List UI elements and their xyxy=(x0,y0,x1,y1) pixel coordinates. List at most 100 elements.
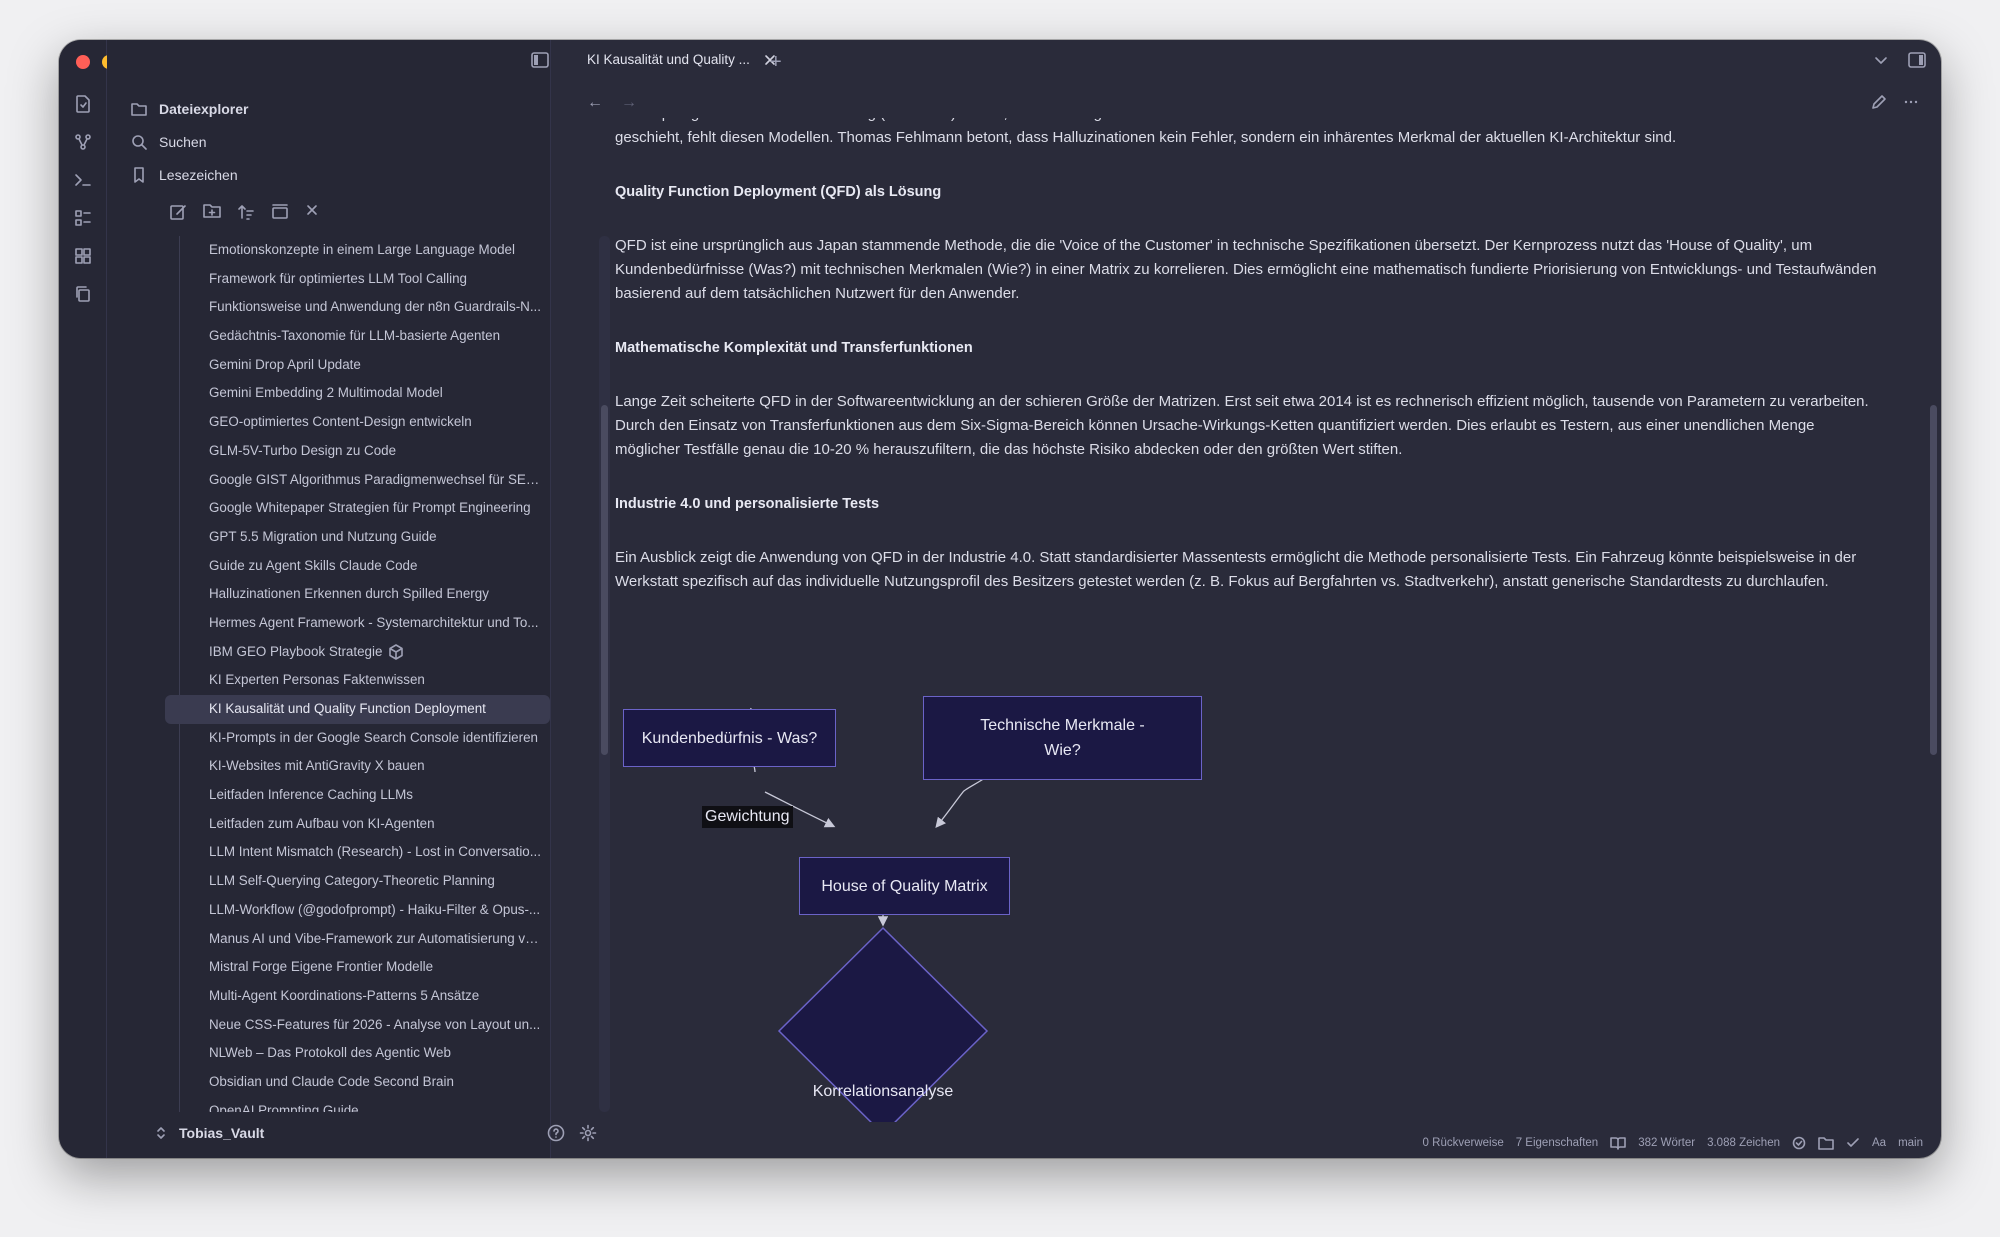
file-name: Manus AI und Vibe-Framework zur Automati… xyxy=(209,930,544,946)
file-list-item[interactable]: Emotionskonzepte in einem Large Language… xyxy=(165,236,550,265)
file-list-item[interactable]: Mistral Forge Eigene Frontier Modelle xyxy=(165,953,550,982)
file-list-item[interactable]: KI Kausalität und Quality Function Deplo… xyxy=(165,695,550,724)
copy-icon[interactable] xyxy=(69,284,97,304)
terminal-icon[interactable] xyxy=(69,170,97,190)
file-name: KI-Prompts in der Google Search Console … xyxy=(209,729,538,745)
bookmark-icon xyxy=(131,166,147,183)
forward-arrow-icon[interactable]: → xyxy=(621,94,637,112)
tab-title: KI Kausalität und Quality ... xyxy=(587,52,750,67)
node-house-of-quality: House of Quality Matrix xyxy=(799,857,1010,915)
file-list-item[interactable]: IBM GEO Playbook Strategie xyxy=(165,638,550,667)
tab-active-note[interactable]: KI Kausalität und Quality ... xyxy=(587,52,776,67)
file-list-item[interactable]: Hermes Agent Framework - Systemarchitekt… xyxy=(165,609,550,638)
file-name: GEO-optimiertes Content-Design entwickel… xyxy=(209,414,472,430)
file-name: Gemini Drop April Update xyxy=(209,356,361,372)
file-name: Halluzinationen Erkennen durch Spilled E… xyxy=(209,586,489,602)
vault-switcher[interactable]: Tobias_Vault xyxy=(155,1125,264,1141)
file-name: LLM Intent Mismatch (Research) - Lost in… xyxy=(209,844,541,860)
checkmark-icon[interactable] xyxy=(1846,1136,1860,1150)
new-tab-button[interactable]: + xyxy=(770,51,782,74)
file-list-item[interactable]: LLM-Workflow (@godofprompt) - Haiku-Filt… xyxy=(165,896,550,925)
file-list: Emotionskonzepte in einem Large Language… xyxy=(165,236,550,1112)
file-list-item[interactable]: GLM-5V-Turbo Design zu Code xyxy=(165,437,550,466)
sync-status-icon[interactable] xyxy=(1792,1136,1806,1150)
status-font-toggle[interactable]: Aa xyxy=(1872,1137,1886,1149)
editor-pane: KI Kausalität und Quality ... + ← → Verk… xyxy=(552,40,1941,1158)
canvas-icon[interactable] xyxy=(69,208,97,228)
heading-complexity: Mathematische Komplexität und Transferfu… xyxy=(615,340,973,356)
ribbon xyxy=(59,40,142,1158)
file-name: Emotionskonzepte in einem Large Language… xyxy=(209,242,515,257)
file-list-item[interactable]: KI-Websites mit AntiGravity X bauen xyxy=(165,752,550,781)
node-kundenbeduerfnis: Kundenbedürfnis - Was? xyxy=(623,709,836,767)
close-window-button[interactable] xyxy=(76,55,90,69)
file-list-item[interactable]: Manus AI und Vibe-Framework zur Automati… xyxy=(165,925,550,954)
file-name: Mistral Forge Eigene Frontier Modelle xyxy=(209,959,434,975)
sidebar: Dateiexplorer Suchen Lesezeichen Emotion… xyxy=(107,40,610,1158)
file-name: NLWeb – Das Protokoll des Agentic Web xyxy=(209,1045,451,1061)
paragraph-industry: Ein Ausblick zeigt die Anwendung von QFD… xyxy=(615,549,1857,590)
file-list-item[interactable]: LLM Intent Mismatch (Research) - Lost in… xyxy=(165,838,550,867)
new-note-icon[interactable] xyxy=(169,203,187,221)
file-list-item[interactable]: Obsidian und Claude Code Second Brain xyxy=(165,1068,550,1097)
more-options-icon[interactable] xyxy=(1903,94,1919,110)
dashboard-icon[interactable] xyxy=(69,246,97,266)
app-window: Dateiexplorer Suchen Lesezeichen Emotion… xyxy=(59,40,1941,1158)
file-list-item[interactable]: LLM Self-Querying Category-Theoretic Pla… xyxy=(165,867,550,896)
folder-status-icon[interactable] xyxy=(1818,1136,1834,1150)
edit-pencil-icon[interactable] xyxy=(1871,94,1887,110)
file-list-item[interactable]: Google GIST Algorithmus Paradigmenwechse… xyxy=(165,466,550,495)
nav-search[interactable]: Suchen xyxy=(123,125,538,158)
file-name: OpenAI Prompting Guide xyxy=(209,1102,359,1112)
status-backlinks[interactable]: 0 Rückverweise xyxy=(1423,1137,1504,1149)
file-name: Leitfaden Inference Caching LLMs xyxy=(209,787,413,803)
file-list-item[interactable]: Gemini Embedding 2 Multimodal Model xyxy=(165,379,550,408)
nav-bookmarks[interactable]: Lesezeichen xyxy=(123,158,538,191)
chevron-updown-icon xyxy=(155,1125,167,1141)
file-list-item[interactable]: Framework für optimiertes LLM Tool Calli… xyxy=(165,265,550,294)
file-list-item[interactable]: KI Experten Personas Faktenwissen xyxy=(165,666,550,695)
file-list-item[interactable]: NLWeb – Das Protokoll des Agentic Web xyxy=(165,1039,550,1068)
status-branch[interactable]: main xyxy=(1898,1137,1923,1149)
file-list-item[interactable]: GEO-optimiertes Content-Design entwickel… xyxy=(165,408,550,437)
file-list-item[interactable]: Gedächtnis-Taxonomie für LLM-basierte Ag… xyxy=(165,322,550,351)
back-arrow-icon[interactable]: ← xyxy=(587,94,603,112)
file-name: IBM GEO Playbook Strategie xyxy=(209,643,383,659)
file-list-item[interactable]: GPT 5.5 Migration und Nutzung Guide xyxy=(165,523,550,552)
edge-label-gewichtung: Gewichtung xyxy=(702,806,793,828)
file-name: Gemini Embedding 2 Multimodal Model xyxy=(209,385,443,401)
file-name: Framework für optimiertes LLM Tool Calli… xyxy=(209,270,467,286)
file-list-item[interactable]: Guide zu Agent Skills Claude Code xyxy=(165,552,550,581)
chevron-down-icon[interactable] xyxy=(1874,55,1888,65)
paragraph-intro: Verknüpfung von Ursache und Wirkung (Kau… xyxy=(615,118,1819,146)
new-folder-icon[interactable] xyxy=(203,203,221,221)
open-quick-switcher-icon[interactable] xyxy=(69,94,97,114)
file-list-item[interactable]: Neue CSS-Features für 2026 - Analyse von… xyxy=(165,1011,550,1040)
right-sidebar-toggle-icon[interactable] xyxy=(1908,52,1926,68)
file-list-item[interactable]: Halluzinationen Erkennen durch Spilled E… xyxy=(165,580,550,609)
file-list-item[interactable]: Funktionsweise und Anwendung der n8n Gua… xyxy=(165,293,550,322)
file-name: KI Experten Personas Faktenwissen xyxy=(209,672,425,688)
graph-view-icon[interactable] xyxy=(69,132,97,152)
close-icon[interactable] xyxy=(305,203,319,221)
file-list-item[interactable]: OpenAI Prompting Guide xyxy=(165,1097,550,1112)
paragraph-complexity: Lange Zeit scheiterte QFD in der Softwar… xyxy=(615,393,1869,458)
nav-file-explorer[interactable]: Dateiexplorer xyxy=(123,92,538,125)
collapse-all-icon[interactable] xyxy=(271,203,289,221)
file-list-item[interactable]: Multi-Agent Koordinations-Patterns 5 Ans… xyxy=(165,982,550,1011)
sidebar-toggle-icon[interactable] xyxy=(531,52,549,68)
sort-icon[interactable] xyxy=(237,203,255,221)
heading-industry: Industrie 4.0 und personalisierte Tests xyxy=(615,496,880,512)
file-list-item[interactable]: Leitfaden Inference Caching LLMs xyxy=(165,781,550,810)
file-list-item[interactable]: Google Whitepaper Strategien für Prompt … xyxy=(165,494,550,523)
file-list-item[interactable]: Leitfaden zum Aufbau von KI-Agenten xyxy=(165,810,550,839)
status-properties[interactable]: 7 Eigenschaften xyxy=(1516,1137,1598,1149)
file-name: Multi-Agent Koordinations-Patterns 5 Ans… xyxy=(209,987,480,1003)
file-name: GLM-5V-Turbo Design zu Code xyxy=(209,442,397,458)
reading-view-icon[interactable] xyxy=(1610,1136,1627,1150)
file-list-item[interactable]: KI-Prompts in der Google Search Console … xyxy=(165,724,550,753)
vault-name: Tobias_Vault xyxy=(179,1125,265,1141)
file-name: Google GIST Algorithmus Paradigmenwechse… xyxy=(209,471,550,487)
file-list-item[interactable]: Gemini Drop April Update xyxy=(165,351,550,380)
editor-scrollbar[interactable] xyxy=(1930,405,1937,755)
